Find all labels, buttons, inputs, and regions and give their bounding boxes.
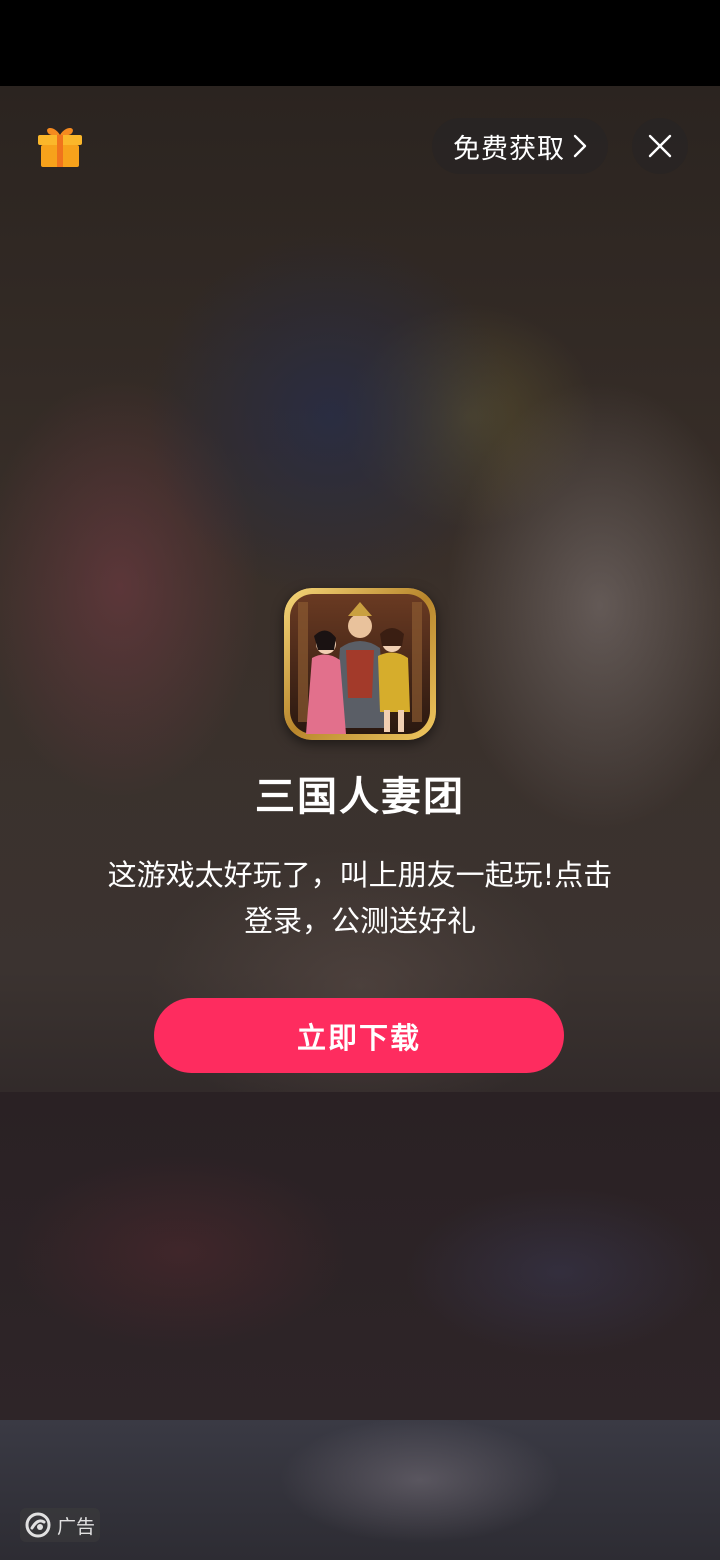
- ad-label: 广告: [56, 1515, 95, 1538]
- free-get-label: 免费获取: [453, 133, 565, 165]
- download-button[interactable]: 立即下载: [154, 998, 564, 1073]
- ad-badge: 广告: [20, 1508, 100, 1542]
- blurred-background-bottom: [0, 1420, 720, 1560]
- ad-logo-icon: [25, 1512, 51, 1538]
- ad-screen: 免费获取 三国人妻团 这游戏太好玩了，叫上朋友一起玩!点击登录，公测送好礼 立即…: [0, 0, 720, 1560]
- close-icon: [648, 134, 672, 158]
- app-description: 这游戏太好玩了，叫上朋友一起玩!点击登录，公测送好礼: [107, 858, 613, 938]
- gift-icon[interactable]: [36, 121, 84, 169]
- chevron-right-icon: [573, 134, 587, 158]
- status-bar: [0, 0, 720, 86]
- app-title: 三国人妻团: [255, 774, 465, 820]
- close-button[interactable]: [632, 118, 688, 174]
- blurred-background-band: [0, 1092, 720, 1422]
- download-button-label: 立即下载: [296, 1020, 421, 1055]
- app-icon[interactable]: [284, 588, 436, 740]
- free-get-button[interactable]: 免费获取: [432, 118, 608, 174]
